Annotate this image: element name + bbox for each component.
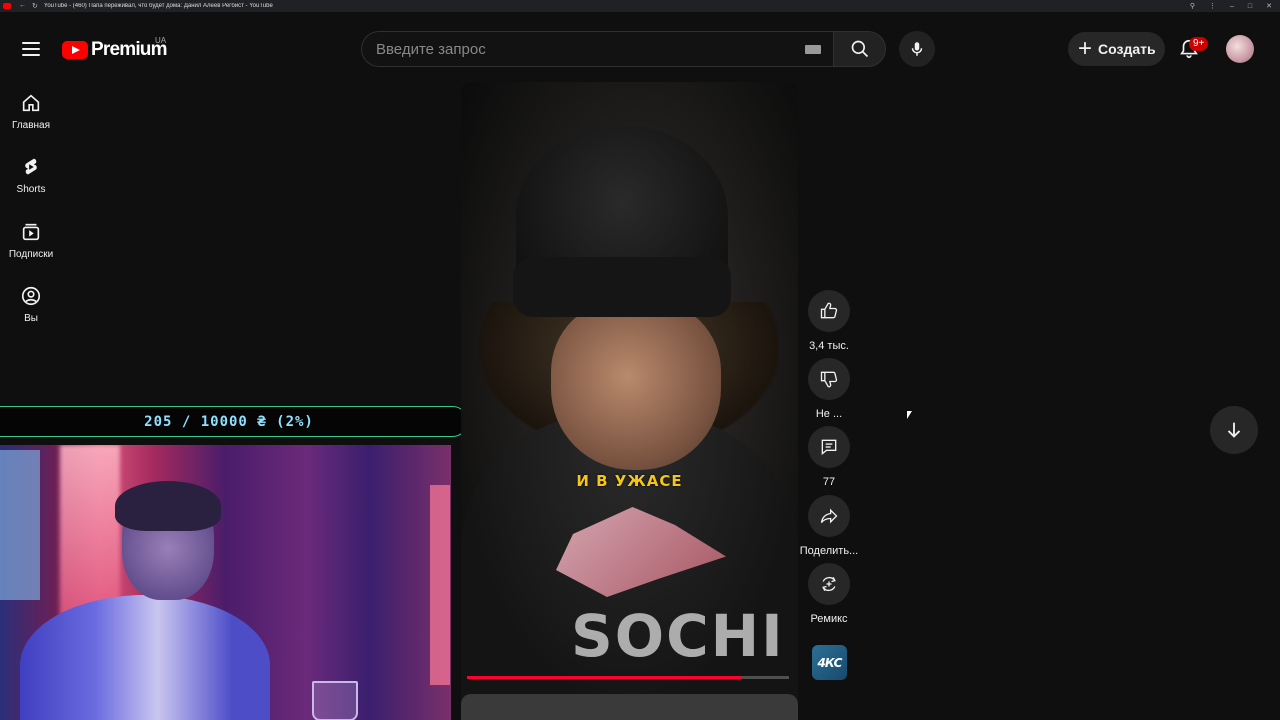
beanie-fold (513, 257, 731, 317)
channel-thumbnail-text: 4КС (817, 655, 843, 670)
dislike-label: Не ... (815, 408, 843, 420)
create-label: Создать (1098, 41, 1156, 57)
like-circle (808, 290, 850, 332)
youtube-logo-icon (62, 41, 88, 59)
comments-circle (808, 426, 850, 468)
comments-button[interactable]: 77 (799, 426, 859, 488)
minimize-icon[interactable]: – (1230, 3, 1234, 10)
streamer-body (20, 595, 270, 720)
sidebar-item-you[interactable]: Вы (0, 285, 62, 324)
sidebar-item-home[interactable]: Главная (0, 92, 62, 131)
remix-circle (808, 563, 850, 605)
search-box (361, 31, 833, 67)
shorts-video-player[interactable]: SOCHI И В УЖАСЕ (461, 82, 798, 708)
youtube-premium-logo[interactable]: Premium (62, 39, 168, 61)
menu-icon[interactable] (22, 42, 40, 56)
you-icon (21, 286, 41, 306)
video-progress-fill (467, 676, 741, 679)
donation-goal-text: 205 / 10000 ₴ (2%) (144, 413, 314, 430)
country-code: UA (155, 36, 167, 45)
maximize-icon[interactable]: □ (1248, 3, 1252, 10)
sidebar-item-label: Shorts (16, 184, 46, 195)
wall-poster (0, 450, 40, 600)
sidebar-item-label: Подписки (8, 249, 54, 260)
arrow-down-icon (1227, 422, 1241, 438)
browser-titlebar: ← ↻ YouTube - (460) Папа переживал, что … (0, 0, 1280, 12)
video-caption: И В УЖАСЕ (576, 472, 683, 490)
remix-button[interactable]: Ремикс (799, 563, 859, 625)
sidebar-item-label: Вы (24, 313, 38, 324)
mouse-cursor-icon (907, 411, 912, 419)
close-icon[interactable]: ✕ (1266, 2, 1272, 10)
create-button[interactable]: + Создать (1068, 32, 1165, 66)
page: ← ↻ YouTube - (460) Папа переживал, что … (0, 0, 1280, 720)
search-button[interactable] (833, 31, 886, 67)
streamer-webcam (0, 445, 451, 720)
next-short-preview[interactable] (461, 694, 798, 720)
video-subject-face (551, 300, 721, 470)
thumbs-down-icon (820, 371, 838, 388)
browser-menu-icon[interactable]: ⋮ (1209, 2, 1216, 10)
like-count: 3,4 тыс. (809, 340, 849, 352)
thumbs-up-icon (820, 302, 838, 319)
notification-badge: 9+ (1189, 37, 1209, 51)
back-icon[interactable]: ← (19, 2, 26, 10)
remix-icon (822, 576, 836, 592)
plus-icon: + (1078, 35, 1093, 62)
share-button[interactable]: Поделить... (799, 495, 859, 557)
like-button[interactable]: 3,4 тыс. (799, 290, 859, 352)
hoodie-text: SOCHI (571, 602, 785, 670)
masthead: Premium UA + Создать 9+ (0, 12, 1280, 88)
zoom-icon[interactable]: ⚲ (1190, 2, 1195, 10)
next-short-button[interactable] (1210, 406, 1258, 454)
dislike-circle (808, 358, 850, 400)
home-icon (22, 94, 40, 112)
sidebar-item-subscriptions[interactable]: Подписки (0, 221, 62, 260)
share-circle (808, 495, 850, 537)
plastic-cup (312, 681, 358, 720)
donation-goal-bar: 205 / 10000 ₴ (2%) (0, 406, 468, 437)
streamer-hair (115, 481, 221, 531)
shorts-icon (25, 158, 37, 175)
comments-count: 77 (822, 476, 836, 488)
comment-icon (821, 439, 837, 456)
browser-tab-title: YouTube - (460) Папа переживал, что буде… (43, 3, 273, 9)
window-light (430, 485, 450, 685)
reload-icon[interactable]: ↻ (32, 2, 38, 10)
share-icon (820, 508, 838, 524)
avatar[interactable] (1226, 35, 1254, 63)
microphone-icon (911, 42, 923, 56)
remix-label: Ремикс (810, 613, 848, 625)
voice-search-button[interactable] (899, 31, 935, 67)
search-input[interactable] (362, 32, 782, 66)
browser-nav: ← ↻ (19, 2, 38, 10)
subscriptions-icon (22, 223, 40, 241)
channel-thumbnail[interactable]: 4КС (812, 645, 847, 680)
keyboard-icon[interactable] (805, 45, 821, 54)
sidebar-item-shorts[interactable]: Shorts (0, 156, 62, 195)
share-label: Поделить... (799, 545, 859, 557)
video-progress-bar[interactable] (467, 676, 789, 679)
browser-window-controls: ⚲ ⋮ – □ ✕ (1190, 0, 1272, 12)
dislike-button[interactable]: Не ... (799, 358, 859, 420)
search-icon (851, 40, 868, 58)
youtube-favicon-icon (3, 3, 11, 9)
sidebar-item-label: Главная (11, 120, 51, 131)
